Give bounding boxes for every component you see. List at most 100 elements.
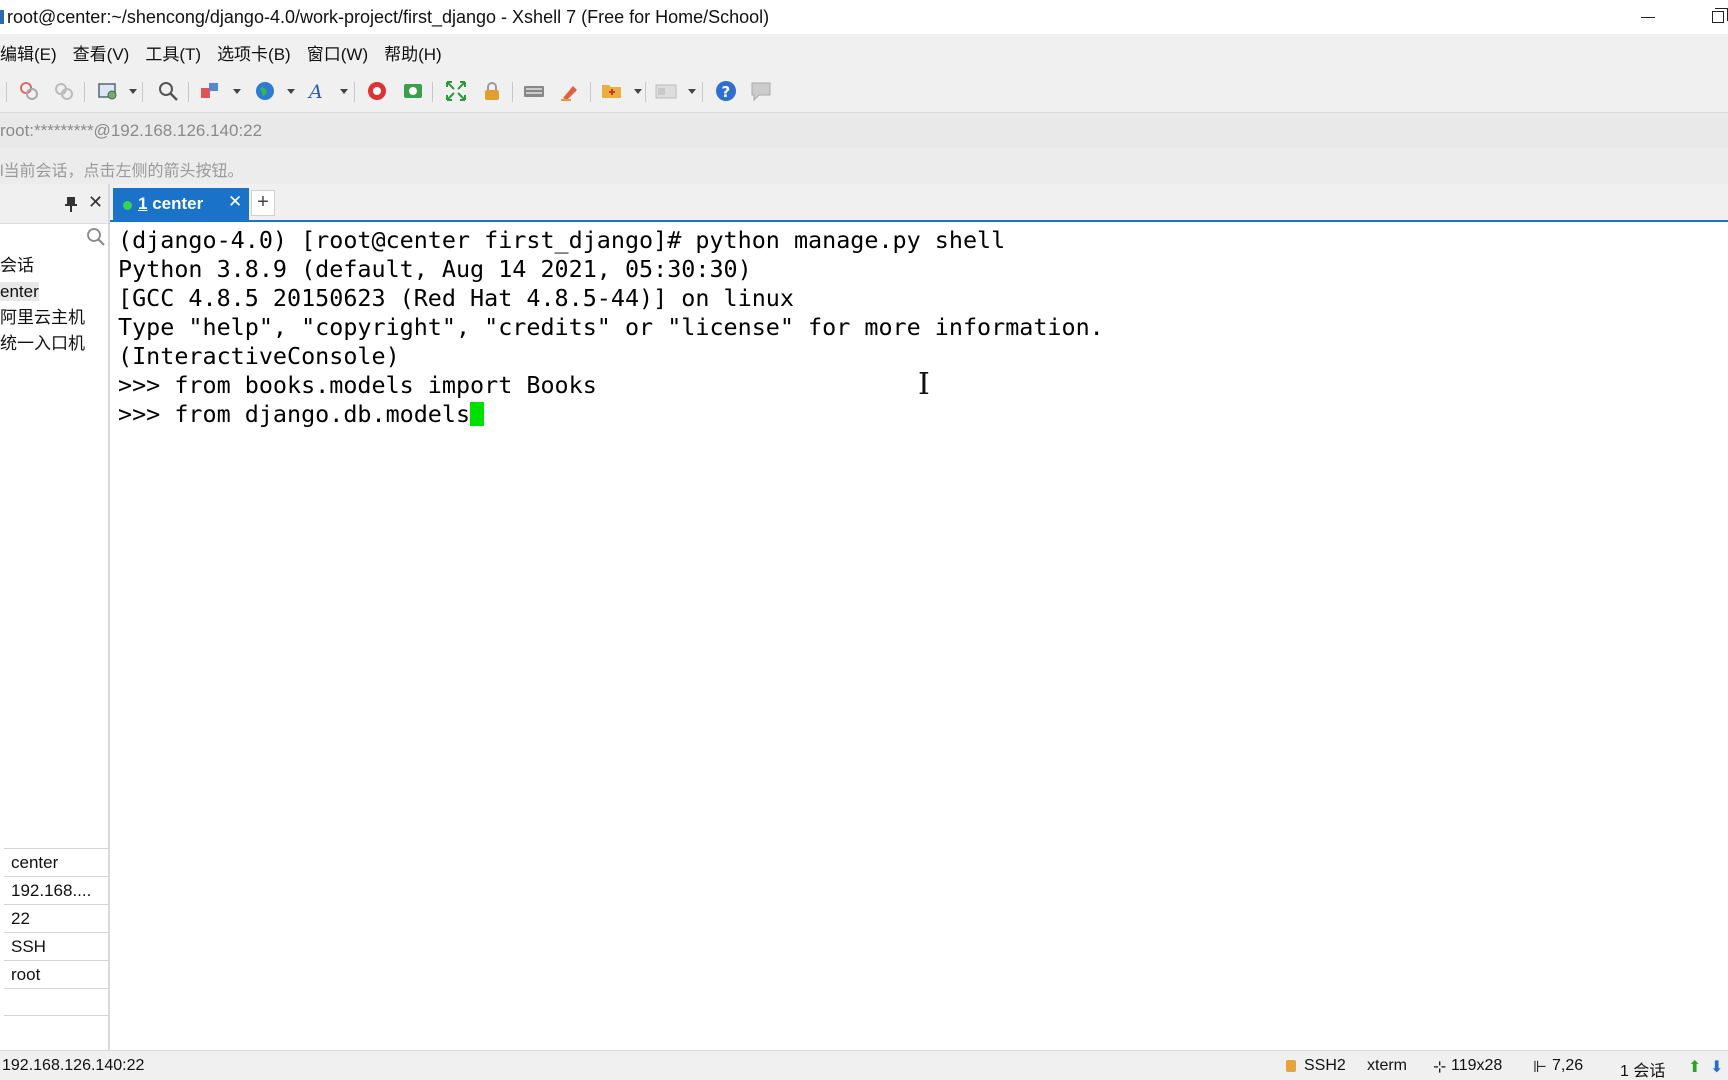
svg-text:A: A [307,81,323,102]
menu-window[interactable]: 窗口(W) [307,40,368,65]
menu-help[interactable]: 帮助(H) [384,40,442,65]
terminal-cursor [470,402,485,426]
property-empty [4,988,108,1016]
status-bar: 192.168.126.140:22 SSH2 xterm ⊹ 119x28 ⊩… [0,1050,1728,1080]
new-tab-button[interactable]: + [251,190,275,216]
secure-lock-icon [1286,1060,1296,1072]
menu-view[interactable]: 查看(V) [73,40,130,65]
menu-tabs[interactable]: 选项卡(B) [217,40,291,65]
session-properties-icon[interactable] [97,80,119,102]
toolbar-separator [188,82,189,102]
session-sidebar: ✕ 会话 enter 阿里云主机 统一入口机 center 192.168...… [0,184,110,1050]
tab-name: center [152,194,204,213]
font-icon[interactable]: A [307,80,329,102]
terminal-input-line: >>> from django.db.models [118,400,1104,429]
status-term: xterm [1367,1057,1407,1074]
highlight-icon[interactable] [559,80,581,102]
minimize-icon [1641,16,1655,18]
session-properties-dropdown[interactable] [129,89,137,94]
session-properties: center 192.168.... 22 SSH root [4,848,108,1016]
cursor-position-icon: ⊩ [1533,1059,1547,1076]
keyboard-icon[interactable] [523,80,545,102]
new-folder-icon[interactable] [601,80,623,102]
terminal-current-input: >>> from django.db.models [118,400,471,428]
status-protocol: SSH2 [1304,1057,1346,1074]
ibeam-cursor-icon: I [918,367,930,402]
chat-icon[interactable] [750,80,772,102]
xftp-icon[interactable] [366,80,388,102]
property-user: root [4,960,108,988]
pin-icon[interactable] [64,196,78,212]
menu-bar: 编辑(E) 查看(V) 工具(T) 选项卡(B) 窗口(W) 帮助(H) [0,34,1728,70]
fullscreen-icon[interactable] [445,80,467,102]
tab-number: 1 [138,194,148,213]
address-bar[interactable]: root:*********@192.168.126.140:22 [0,112,1728,148]
status-host: 192.168.126.140:22 [2,1057,145,1074]
property-port: 22 [4,904,108,932]
property-name: center [4,848,108,876]
restore-button[interactable] [1690,0,1728,34]
svg-text:?: ? [722,83,731,101]
tree-item-aliyun-host[interactable]: 阿里云主机 [0,306,108,332]
status-position: 7,26 [1552,1057,1584,1074]
terminal-line: (django-4.0) [root@center first_django]#… [118,226,1006,254]
compose-pane-dropdown[interactable] [688,89,696,94]
app-icon [0,10,4,24]
toolbar: A ? [0,70,1728,112]
tree-item-center[interactable]: enter [0,280,108,306]
terminal-line: >>> from books.models import Books [118,371,597,399]
hint-text: l当前会话，点击左侧的箭头按钮。 [0,163,244,180]
terminal-line: Type "help", "copyright", "credits" or "… [118,313,1104,341]
disconnect-icon[interactable] [18,80,40,102]
property-host: 192.168.... [4,876,108,904]
lock-icon[interactable] [481,80,503,102]
terminal-line: Python 3.8.9 (default, Aug 14 2021, 05:3… [118,255,752,283]
font-dropdown[interactable] [340,89,348,94]
close-icon[interactable]: ✕ [88,193,103,211]
menu-tools[interactable]: 工具(T) [145,40,201,65]
toolbar-separator [590,82,591,102]
hint-bar: l当前会话，点击左侧的箭头按钮。 [0,148,1728,184]
tab-center[interactable]: 1 center ✕ [113,188,249,222]
address-value: root:*********@192.168.126.140:22 [0,121,263,140]
search-icon[interactable] [86,227,106,247]
tab-label: 1 center [138,194,203,214]
tab-close-icon[interactable]: ✕ [228,192,242,212]
globe-icon[interactable] [254,80,276,102]
minimize-button[interactable] [1620,0,1676,34]
terminal-output: (django-4.0) [root@center first_django]#… [118,226,1104,429]
new-folder-dropdown[interactable] [634,89,642,94]
toolbar-separator [354,82,355,102]
reconnect-icon[interactable] [53,80,75,102]
sidebar-header: ✕ [0,184,108,224]
property-protocol: SSH [4,932,108,960]
compose-pane-icon[interactable] [655,80,677,102]
upload-arrow-icon: ⬆ [1688,1059,1702,1076]
find-icon[interactable] [157,80,179,102]
restore-icon [1712,8,1728,23]
terminal-line: [GCC 4.8.5 20150623 (Red Hat 4.8.5-44)] … [118,284,794,312]
toolbar-separator [645,82,646,102]
toolbar-separator [702,82,703,102]
menu-edit[interactable]: 编辑(E) [0,40,57,65]
title-bar: root@center:~/shencong/django-4.0/work-p… [0,0,1728,34]
tab-bar: 1 center ✕ + [110,184,1728,222]
toolbar-separator [432,82,433,102]
download-arrow-icon: ⬇ [1710,1059,1724,1076]
globe-dropdown[interactable] [287,89,295,94]
connection-status-dot [123,201,132,210]
session-tree: 会话 enter 阿里云主机 统一入口机 [0,254,108,358]
layout-icon[interactable] [199,80,221,102]
status-size: 119x28 [1451,1057,1503,1074]
toolbar-separator [6,82,7,102]
toolbar-separator [142,82,143,102]
tree-item-sessions[interactable]: 会话 [0,254,108,280]
toolbar-separator [512,82,513,102]
tree-item-entry-host[interactable]: 统一入口机 [0,332,108,358]
terminal-size-icon: ⊹ [1433,1059,1447,1076]
xmanager-icon[interactable] [402,80,424,102]
help-icon[interactable]: ? [715,80,737,102]
window-title: root@center:~/shencong/django-4.0/work-p… [7,7,770,27]
terminal[interactable]: (django-4.0) [root@center first_django]#… [110,222,1728,1050]
layout-dropdown[interactable] [233,89,241,94]
